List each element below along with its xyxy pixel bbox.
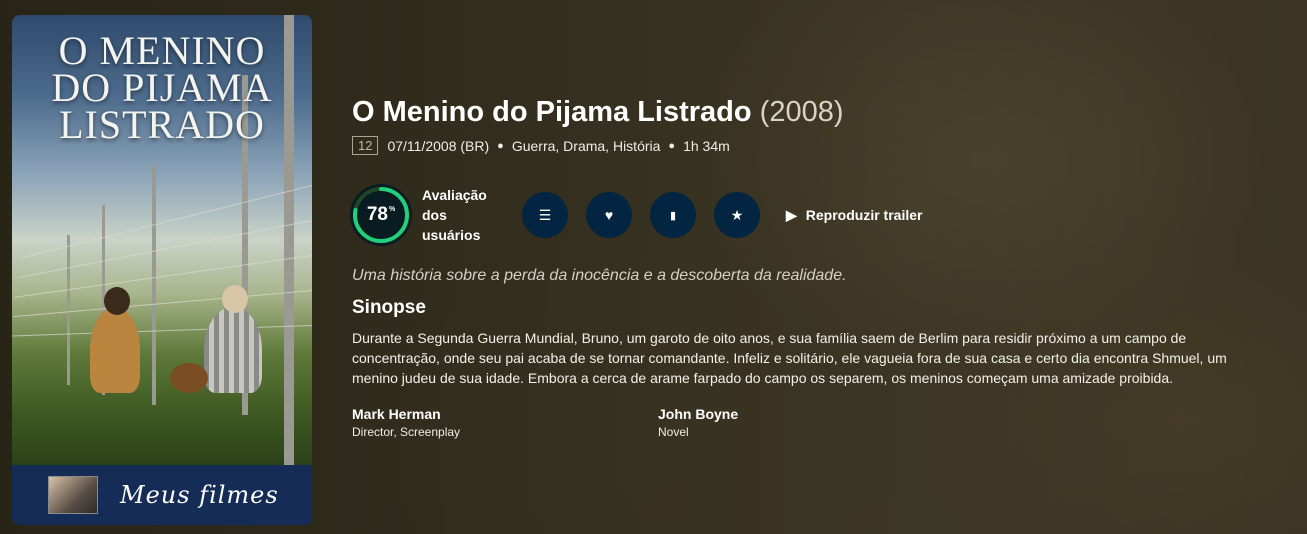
heart-icon: ♥ [604,207,614,223]
crew-member: Mark Herman Director, Screenplay [352,406,658,439]
movie-facts: 12 07/11/2008 (BR) ● Guerra, Drama, Hist… [352,136,1292,155]
movie-title[interactable]: O Menino do Pijama Listrado [352,96,752,128]
list-icon: ☰ [538,206,552,223]
release-year: (2008) [759,96,844,128]
bookmark-icon: ▮ [669,209,677,222]
add-to-list-button[interactable]: ☰ [522,192,568,238]
crew-list: Mark Herman Director, Screenplay John Bo… [352,406,1292,439]
genres[interactable]: Guerra, Drama, História [512,138,661,154]
release-date: 07/11/2008 (BR) [387,137,490,154]
poster-artwork: O MENINO DO PIJAMA LISTRADO [12,15,312,465]
score-unit: % [388,205,396,213]
crew-role: Director, Screenplay [352,425,461,439]
overview-heading: Sinopse [352,297,426,318]
user-score-chart[interactable]: 78% [350,184,412,246]
crew-name[interactable]: Mark Herman [352,406,658,422]
certification-badge: 12 [352,136,379,155]
play-trailer-label: Reproduzir trailer [805,207,923,223]
poster-title-line3: LISTRADO [59,101,265,147]
crew-name[interactable]: John Boyne [658,406,964,422]
crew-role: Novel [658,425,689,439]
score-label: Avaliação dos usuários [422,187,487,243]
tagline: Uma história sobre a perda da inocência … [352,267,847,284]
poster-title: O MENINO DO PIJAMA LISTRADO [12,31,312,147]
star-icon: ★ [730,206,744,223]
separator-dot-icon: ● [668,139,676,152]
separator-dot-icon: ● [497,139,504,152]
runtime: 1h 34m [683,137,730,154]
score-value: 78% [350,184,412,246]
page-title: O Menino do Pijama Listrado (2008) [352,96,1292,129]
overview-text: Durante a Segunda Guerra Mundial, Bruno,… [352,330,1227,386]
poster-footer[interactable]: Meus filmes [12,465,312,525]
rate-button[interactable]: ★ [714,192,760,238]
ball-icon [170,363,208,393]
play-icon: ▶ [786,206,797,223]
crew-member: John Boyne Novel [658,406,964,439]
watchlist-button[interactable]: ▮ [650,192,696,238]
poster-footer-label: Meus filmes [120,481,279,509]
avatar [48,476,98,514]
actions-bar: 78% Avaliação dos usuários ☰ ♥ ▮ ★ ▶ Rep… [350,181,1292,249]
play-trailer-button[interactable]: ▶ Reproduzir trailer [786,207,922,224]
score-number: 78 [366,204,388,225]
movie-details: O Menino do Pijama Listrado (2008) 12 07… [350,96,1292,439]
movie-poster[interactable]: O MENINO DO PIJAMA LISTRADO Meus filmes [12,15,312,525]
favorite-button[interactable]: ♥ [586,192,632,238]
